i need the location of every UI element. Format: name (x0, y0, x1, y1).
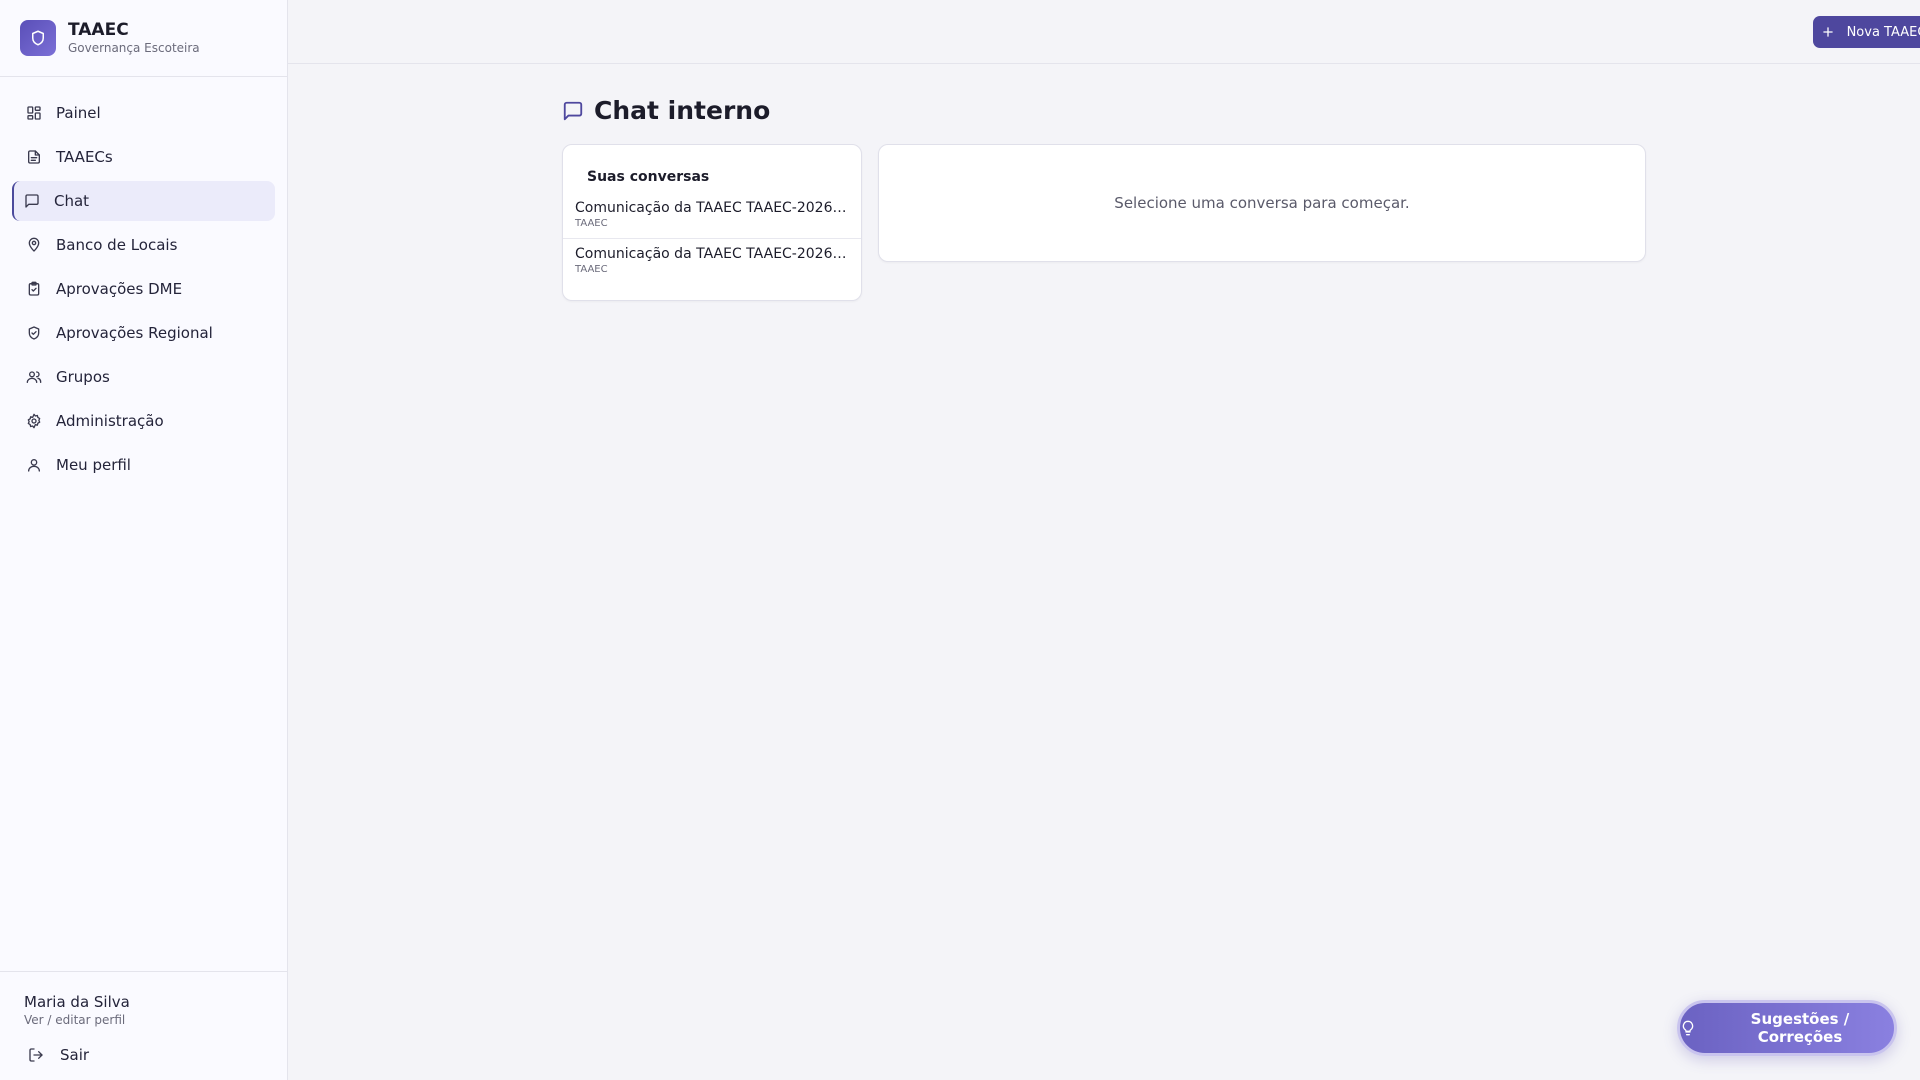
new-taaec-label: Nova TAAEC (1846, 24, 1920, 40)
conversations-panel: Suas conversas Comunicação da TAAEC TAAE… (562, 144, 862, 301)
suggestions-label: Sugestões / Correções (1750, 1010, 1850, 1046)
shield-icon (20, 20, 56, 56)
plus-icon (1822, 27, 1833, 37)
sidebar-item-label: Aprovações Regional (56, 324, 213, 342)
map-pin-icon (28, 237, 40, 252)
conversations-header: Suas conversas (587, 169, 710, 185)
gear-icon (27, 413, 41, 429)
sidebar-item-painel[interactable]: Painel (12, 93, 275, 133)
sidebar-nav: Painel TAAECs Chat Banco de Locais Aprov… (0, 77, 287, 501)
sidebar-item-meu-perfil[interactable]: Meu perfil (12, 445, 275, 485)
list-item[interactable]: Comunicação da TAAEC TAAEC-2026-00... TA… (563, 193, 861, 238)
brand-subtitle: Governança Escoteira (68, 41, 200, 55)
sidebar-item-label: Administração (56, 412, 164, 430)
sidebar-item-banco-de-locais[interactable]: Banco de Locais (12, 225, 275, 265)
suggestions-button[interactable]: Sugestões / Correções (1677, 1000, 1897, 1056)
shield-check-icon (28, 326, 40, 340)
conversation-subtitle: TAAEC (575, 264, 608, 275)
sidebar-item-label: Grupos (56, 368, 110, 386)
chat-icon (563, 101, 583, 120)
page-title-text: Chat interno (594, 96, 771, 125)
conversation-subtitle: TAAEC (575, 218, 608, 229)
brand-title: TAAEC (68, 20, 129, 40)
document-icon (28, 150, 40, 164)
conversation-view: Selecione uma conversa para começar. (878, 144, 1646, 262)
grid-icon (27, 106, 41, 120)
sidebar-item-taaecs[interactable]: TAAECs (12, 137, 275, 177)
sidebar-item-aprovacoes-regional[interactable]: Aprovações Regional (12, 313, 275, 353)
user-icon (28, 459, 40, 472)
sidebar-item-label: Banco de Locais (56, 236, 178, 254)
sidebar: TAAEC Governança Escoteira Painel TAAECs… (0, 0, 288, 1080)
conversation-title: Comunicação da TAAEC TAAEC-2026-00... (575, 200, 849, 216)
chat-icon (25, 194, 39, 208)
page-title: Chat interno (562, 96, 770, 125)
empty-state-text: Selecione uma conversa para começar. (1114, 194, 1410, 212)
sidebar-item-label: Aprovações DME (56, 280, 183, 298)
logout-button[interactable]: Sair (24, 1046, 263, 1064)
sidebar-item-label: TAAECs (56, 148, 113, 166)
sidebar-footer: Maria da Silva Ver / editar perfil Sair (0, 971, 287, 1080)
sidebar-item-chat[interactable]: Chat (12, 181, 275, 221)
list-item[interactable]: Comunicação da TAAEC TAAEC-2026-00... TA… (563, 238, 861, 284)
logout-label: Sair (60, 1046, 90, 1064)
new-taaec-button[interactable]: Nova TAAEC (1813, 16, 1920, 48)
sidebar-item-administracao[interactable]: Administração (12, 401, 275, 441)
sidebar-item-grupos[interactable]: Grupos (12, 357, 275, 397)
profile-link[interactable]: Ver / editar perfil (24, 1012, 263, 1028)
clipboard-check-icon (28, 281, 40, 296)
sidebar-item-label: Meu perfil (56, 456, 131, 474)
conversation-title: Comunicação da TAAEC TAAEC-2026-00... (575, 246, 849, 262)
lightbulb-icon (1682, 1020, 1694, 1036)
brand[interactable]: TAAEC Governança Escoteira (0, 0, 287, 77)
users-icon (26, 371, 42, 383)
logout-icon (29, 1048, 43, 1062)
sidebar-item-label: Painel (56, 104, 101, 122)
user-name: Maria da Silva (24, 993, 130, 1011)
topbar: Nova TAAEC (288, 0, 1920, 64)
sidebar-item-label: Chat (54, 192, 90, 210)
sidebar-item-aprovacoes-dme[interactable]: Aprovações DME (12, 269, 275, 309)
